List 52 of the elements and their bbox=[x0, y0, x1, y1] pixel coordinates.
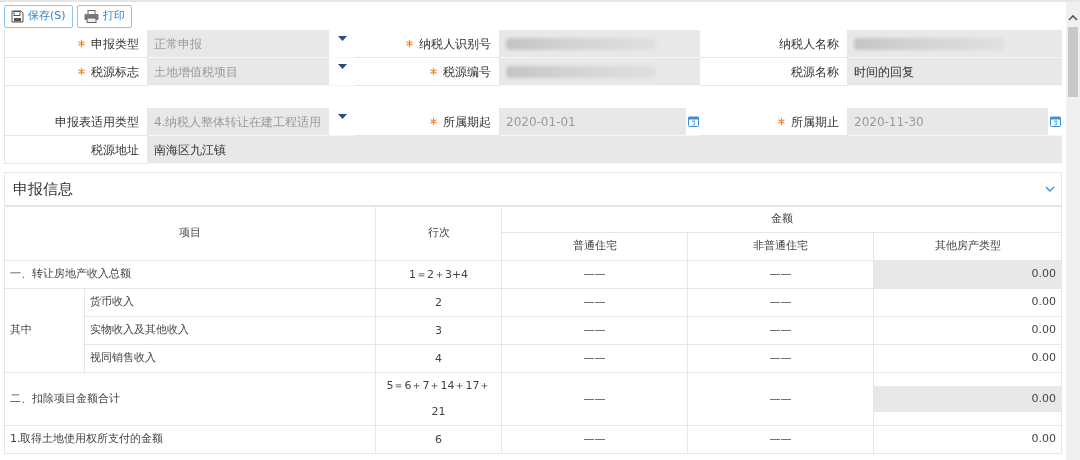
column-header: 非普通住宅 bbox=[687, 232, 874, 261]
column-header: 项目 bbox=[4, 206, 376, 261]
dash-cell: —— bbox=[583, 267, 606, 281]
table-cell: 实物收入及其他收入 bbox=[84, 316, 376, 345]
chevron-down-icon[interactable] bbox=[1045, 186, 1055, 192]
row-number-cell: 6 bbox=[375, 425, 502, 454]
scroll-up-icon[interactable] bbox=[1068, 14, 1078, 21]
dash-cell: —— bbox=[583, 295, 606, 309]
dash-cell: —— bbox=[769, 391, 792, 405]
table-cell: 二、扣除项目金额合计 bbox=[4, 372, 376, 426]
field-label: 税源标志 bbox=[91, 63, 139, 81]
dash-cell: —— bbox=[769, 323, 792, 337]
dash-cell: —— bbox=[769, 267, 792, 281]
field-label: 税源编号 bbox=[443, 63, 491, 81]
field-label: 纳税人识别号 bbox=[419, 35, 491, 53]
dash-cell: —— bbox=[583, 432, 606, 446]
scrollbar-thumb[interactable] bbox=[1068, 27, 1078, 97]
dash-cell: —— bbox=[583, 323, 606, 337]
save-button[interactable]: 保存(S) bbox=[4, 5, 73, 28]
dash-cell: —— bbox=[769, 295, 792, 309]
table-cell: 一、转让房地产收入总额 bbox=[4, 260, 376, 289]
dash-cell: —— bbox=[583, 391, 606, 405]
table-cell: 货币收入 bbox=[84, 288, 376, 317]
print-button[interactable]: 打印 bbox=[76, 5, 132, 28]
row-number-cell: 4 bbox=[375, 344, 502, 373]
table-cell: 视同销售收入 bbox=[84, 344, 376, 373]
dash-cell: —— bbox=[769, 432, 792, 446]
dash-cell: —— bbox=[583, 351, 606, 365]
amount-field[interactable]: 0.00 bbox=[1031, 295, 1056, 309]
amount-field: 0.00 bbox=[874, 261, 1061, 288]
table-cell: 其中 bbox=[4, 288, 85, 373]
row-number-cell: 1＝2＋3+4 bbox=[375, 260, 502, 289]
column-header: 普通住宅 bbox=[501, 232, 688, 261]
column-header: 行次 bbox=[375, 206, 502, 261]
row-number-cell: 3 bbox=[375, 316, 502, 345]
amount-field[interactable]: 0.00 bbox=[1031, 432, 1056, 446]
field-label: 所属期止 bbox=[791, 113, 839, 131]
amount-field[interactable]: 0.00 bbox=[1031, 351, 1056, 365]
row-number-cell: 2 bbox=[375, 288, 502, 317]
dash-cell: —— bbox=[769, 351, 792, 365]
field-label: 申报类型 bbox=[91, 35, 139, 53]
field-label: 所属期起 bbox=[443, 113, 491, 131]
amount-field: 0.00 bbox=[874, 385, 1061, 413]
input-field[interactable]: 南海区九江镇 bbox=[148, 136, 1062, 164]
amount-field[interactable]: 0.00 bbox=[1031, 323, 1056, 337]
column-header: 其他房产类型 bbox=[873, 232, 1062, 261]
section-header[interactable]: 申报信息 bbox=[4, 172, 1062, 206]
row-number-cell: 5＝6＋7＋14＋17＋ 21 bbox=[375, 372, 502, 426]
column-header: 金额 bbox=[501, 206, 1062, 233]
input-field[interactable]: 时间的回复 bbox=[848, 58, 1062, 86]
table-cell: 1.取得土地使用权所支付的金额 bbox=[4, 425, 376, 454]
printer-icon bbox=[83, 10, 99, 23]
